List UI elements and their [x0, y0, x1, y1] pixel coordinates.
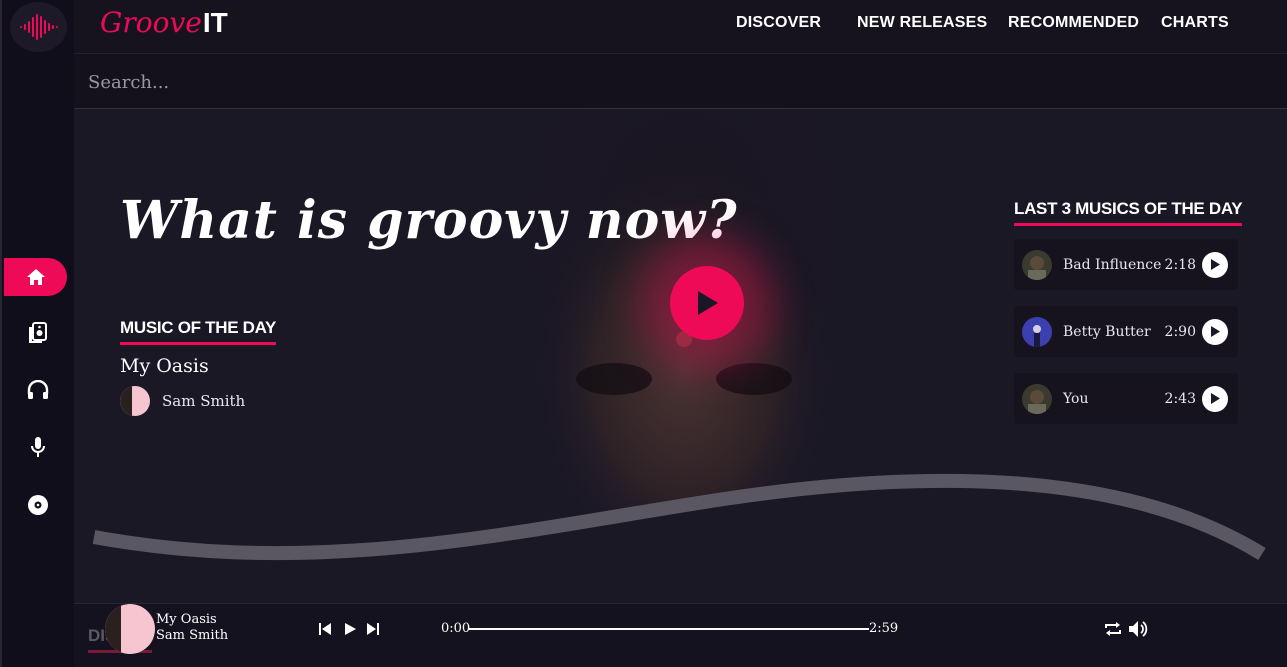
track-card[interactable]: You 2:43 [1014, 373, 1238, 424]
brand-logo[interactable]: Groove IT [100, 6, 228, 39]
home-icon [26, 269, 45, 285]
play-icon [1211, 326, 1220, 337]
nav-new-releases[interactable]: NEW RELEASES [857, 14, 987, 32]
nav-charts[interactable]: CHARTS [1161, 14, 1229, 32]
search-bar [74, 54, 1287, 109]
track-avatar [1022, 249, 1052, 280]
microphone-icon [31, 437, 45, 457]
track-name: Betty Butter [1063, 323, 1151, 340]
play-icon [344, 623, 356, 635]
repeat-button[interactable] [1102, 620, 1124, 638]
sidebar-library-button[interactable] [2, 314, 74, 352]
disc-icon [28, 495, 48, 515]
track-duration: 2:18 [1164, 256, 1196, 273]
speaker-library-icon [29, 322, 47, 343]
track-duration: 2:43 [1164, 390, 1196, 407]
now-playing-artist: Sam Smith [156, 628, 229, 643]
track-name: You [1063, 390, 1089, 407]
hero-play-button[interactable] [670, 266, 744, 340]
progress-bar[interactable] [469, 628, 869, 630]
music-of-day-artist-row[interactable]: Sam Smith [120, 386, 245, 416]
sidebar-disc-button[interactable] [2, 486, 74, 524]
hero-headline: What is groovy now? [120, 190, 738, 251]
play-icon [1211, 393, 1220, 404]
track-avatar [1022, 383, 1052, 414]
music-of-day-artist: Sam Smith [162, 392, 246, 410]
track-play-button[interactable] [1202, 385, 1228, 412]
next-track-button[interactable] [364, 620, 382, 638]
play-icon [1211, 259, 1220, 270]
total-time: 2:59 [869, 621, 899, 636]
previous-track-button[interactable] [316, 620, 334, 638]
music-player-bar: DIS My Oasis Sam Smith 0:00 2:59 [74, 603, 1287, 667]
now-playing-cover[interactable] [105, 604, 155, 654]
search-input[interactable] [88, 66, 688, 98]
track-name: Bad Influence [1063, 256, 1162, 273]
brand-script-text: Groove [100, 6, 202, 39]
play-icon [698, 291, 718, 315]
skip-previous-icon [319, 623, 331, 635]
track-card[interactable]: Betty Butter 2:90 [1014, 306, 1238, 357]
brand-suffix-text: IT [202, 7, 228, 38]
current-time: 0:00 [441, 621, 471, 636]
volume-icon [1129, 621, 1148, 637]
music-of-day-title[interactable]: My Oasis [120, 355, 209, 377]
sidebar-headphones-button[interactable] [2, 371, 74, 409]
track-play-button[interactable] [1202, 318, 1228, 345]
track-play-button[interactable] [1202, 251, 1228, 278]
soundwave-logo-icon[interactable] [10, 2, 67, 52]
last-3-musics-heading: LAST 3 MUSICS OF THE DAY [1014, 199, 1243, 226]
now-playing-title: My Oasis [156, 612, 217, 627]
headphones-icon [27, 380, 49, 399]
track-card[interactable]: Bad Influence 2:18 [1014, 239, 1238, 290]
play-pause-button[interactable] [341, 620, 359, 638]
track-avatar [1022, 316, 1052, 347]
sidebar-microphone-button[interactable] [2, 428, 74, 466]
skip-next-icon [367, 623, 379, 635]
nav-recommended[interactable]: RECOMMENDED [1008, 14, 1139, 32]
artist-avatar [120, 386, 150, 416]
sidebar-home-button[interactable] [4, 258, 67, 296]
nav-discover[interactable]: DISCOVER [736, 14, 821, 32]
top-navigation-bar: Groove IT DISCOVER NEW RELEASES RECOMMEN… [74, 0, 1287, 54]
repeat-icon [1105, 622, 1121, 636]
sidebar [0, 0, 74, 667]
track-duration: 2:90 [1164, 323, 1196, 340]
volume-button[interactable] [1127, 620, 1149, 638]
music-of-day-heading: MUSIC OF THE DAY [120, 318, 276, 345]
